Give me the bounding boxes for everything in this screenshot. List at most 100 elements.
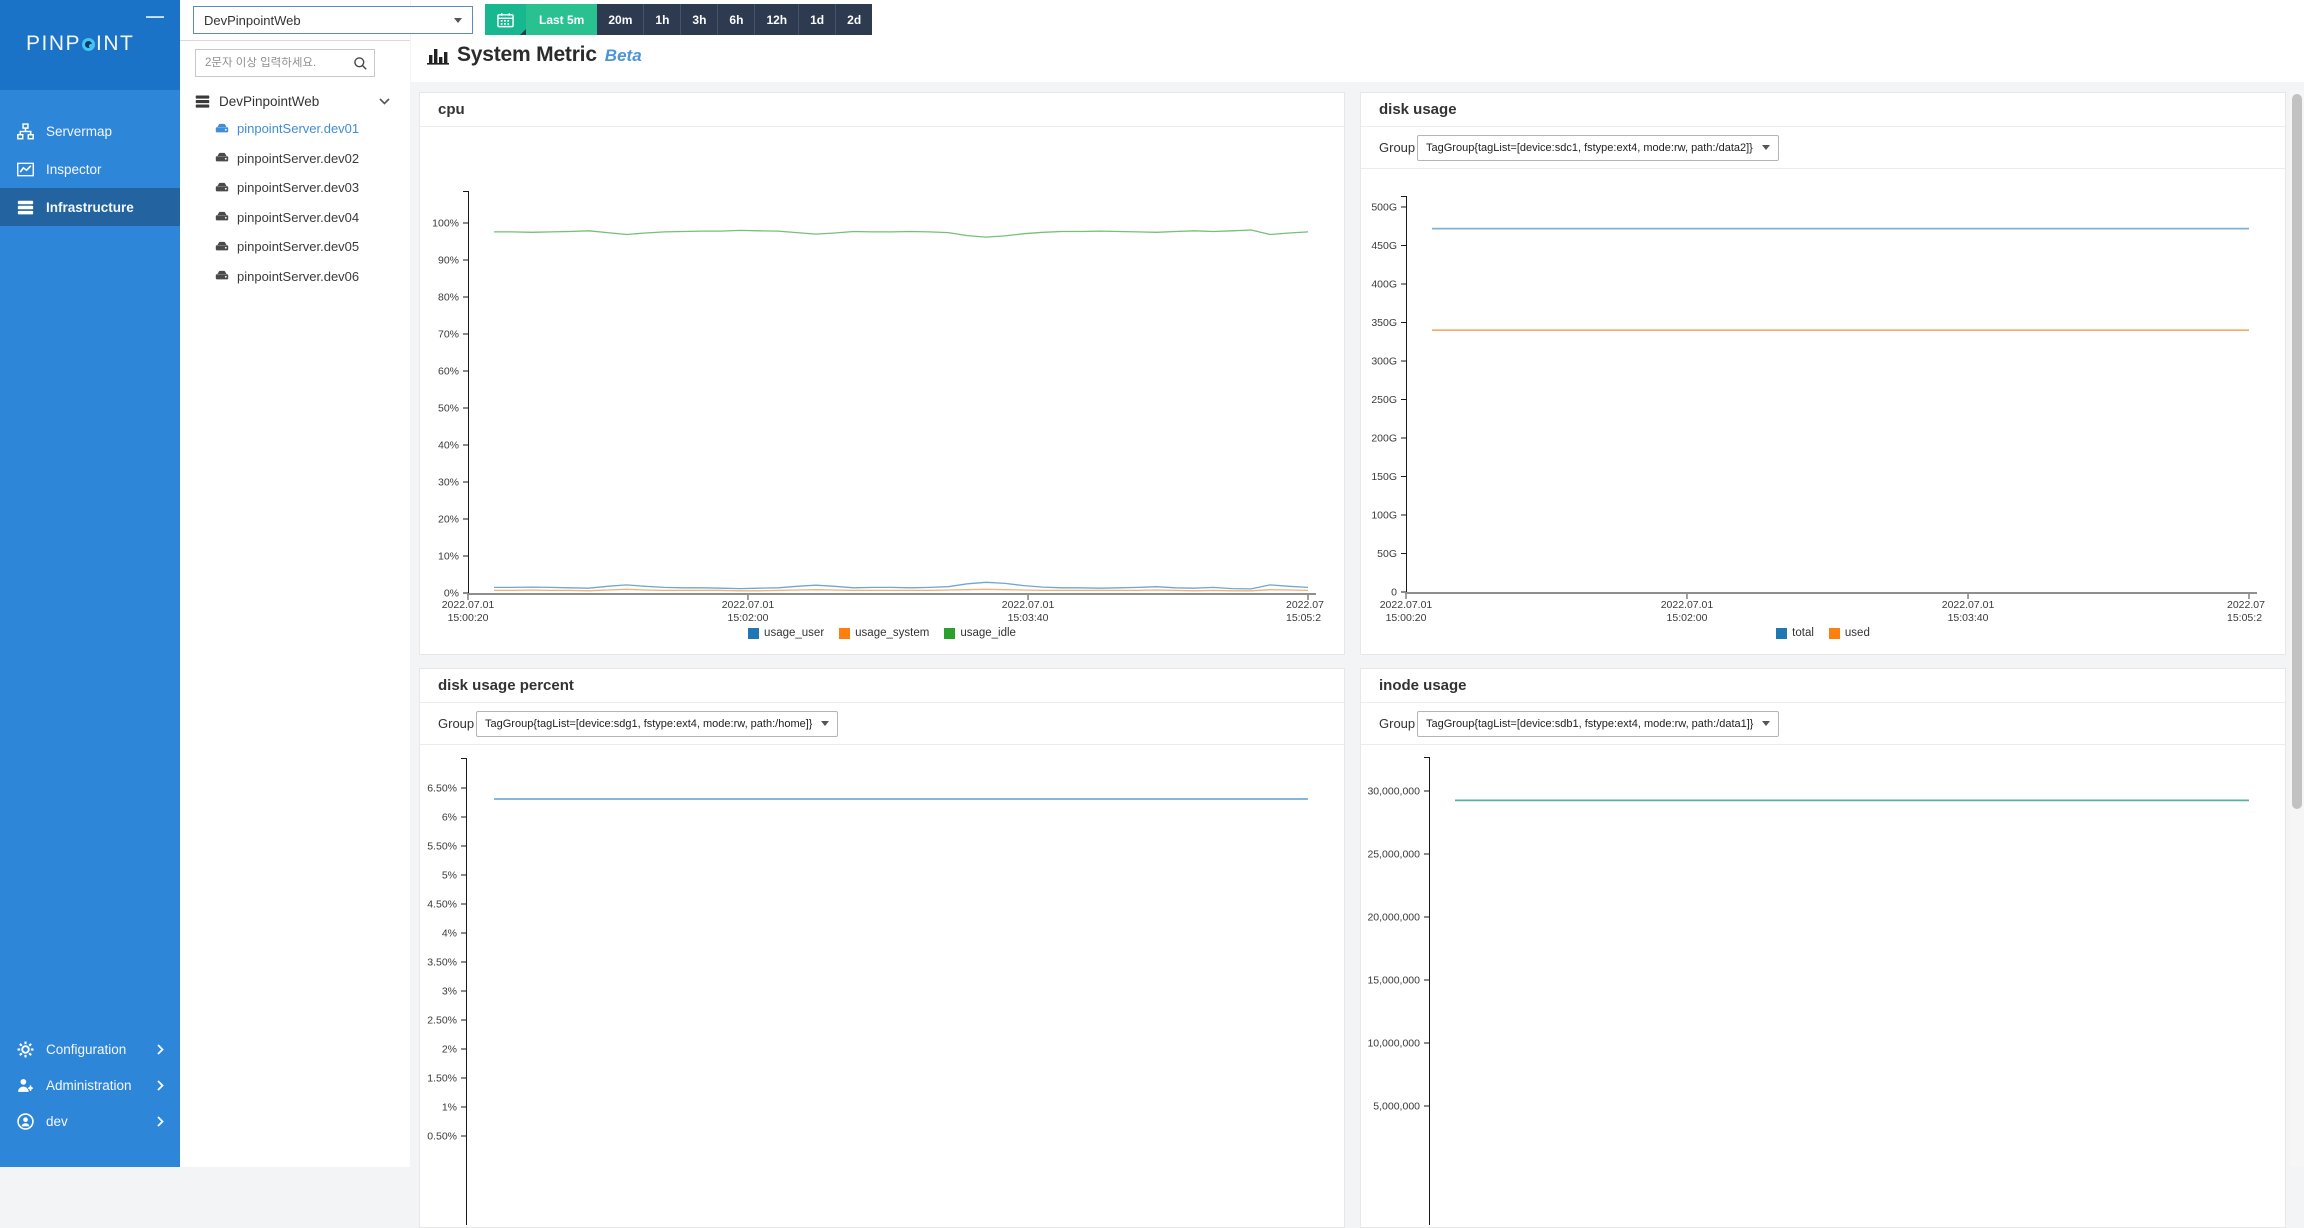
time-range-12h[interactable]: 12h <box>754 4 798 35</box>
tree-item-pinpointServer.dev02[interactable]: pinpointServer.dev02 <box>180 144 410 174</box>
tree-item-pinpointServer.dev04[interactable]: pinpointServer.dev04 <box>180 203 410 233</box>
user-circle-icon <box>17 1113 34 1130</box>
legend-label: usage_user <box>764 627 824 639</box>
logo-text-left: PINP <box>26 32 81 56</box>
sidebar-item-configuration[interactable]: Configuration <box>0 1031 180 1067</box>
svg-text:4%: 4% <box>442 928 457 940</box>
svg-text:25,000,000: 25,000,000 <box>1367 849 1420 861</box>
group-row: Group TagGroup{tagList=[device:sdb1, fst… <box>1361 703 2285 745</box>
svg-text:90%: 90% <box>438 255 459 267</box>
svg-text:20,000,000: 20,000,000 <box>1367 912 1420 924</box>
cpu-chart-panel: cpu 0%10%20%30%40%50%60%70%80%90%100%202… <box>419 92 1345 655</box>
tree-item-pinpointServer.dev06[interactable]: pinpointServer.dev06 <box>180 262 410 292</box>
tree-root-label: DevPinpointWeb <box>219 94 319 109</box>
application-select[interactable]: DevPinpointWeb <box>193 6 473 34</box>
sidebar-item-inspector[interactable]: Inspector <box>0 150 180 188</box>
host-icon <box>215 241 229 253</box>
chevron-down-icon <box>1762 145 1770 150</box>
group-select-value: TagGroup{tagList=[device:sdc1, fstype:ex… <box>1426 142 1753 154</box>
legend-swatch <box>1776 628 1787 639</box>
svg-text:200G: 200G <box>1371 433 1397 445</box>
svg-text:400G: 400G <box>1371 279 1397 291</box>
search-icon[interactable] <box>353 56 368 71</box>
tree-item-pinpointServer.dev01[interactable]: pinpointServer.dev01 <box>180 114 410 144</box>
chevron-right-icon <box>157 1044 164 1055</box>
divider <box>180 40 410 41</box>
calendar-button[interactable] <box>485 4 526 35</box>
time-range-2d[interactable]: 2d <box>835 4 872 35</box>
scrollbar-thumb[interactable] <box>2292 94 2302 809</box>
svg-text:350G: 350G <box>1371 317 1397 329</box>
tree-item-label: pinpointServer.dev05 <box>237 239 359 254</box>
tree-item-label: pinpointServer.dev06 <box>237 269 359 284</box>
svg-text:150G: 150G <box>1371 471 1397 483</box>
application-select-value: DevPinpointWeb <box>204 13 301 28</box>
host-icon <box>215 123 229 135</box>
sidebar-item-administration[interactable]: Administration <box>0 1067 180 1103</box>
host-icon <box>215 182 229 194</box>
sidebar-item-servermap[interactable]: Servermap <box>0 112 180 150</box>
svg-text:15:05:2: 15:05:2 <box>2227 612 2262 624</box>
svg-text:300G: 300G <box>1371 356 1397 368</box>
sidebar-item-dev[interactable]: dev <box>0 1103 180 1139</box>
svg-text:2022.07: 2022.07 <box>2227 599 2265 611</box>
svg-text:100G: 100G <box>1371 510 1397 522</box>
legend-item-used[interactable]: used <box>1829 627 1870 639</box>
svg-text:2%: 2% <box>442 1044 457 1056</box>
svg-text:15:03:40: 15:03:40 <box>1948 612 1989 624</box>
svg-text:4.50%: 4.50% <box>427 899 457 911</box>
chart-line-icon <box>17 161 34 178</box>
page-title: System Metric Beta <box>427 43 642 67</box>
host-icon <box>215 270 229 282</box>
disk-usage-group-select[interactable]: TagGroup{tagList=[device:sdc1, fstype:ex… <box>1417 135 1779 161</box>
legend-item-usage_idle[interactable]: usage_idle <box>944 627 1016 639</box>
chevron-right-icon <box>157 1080 164 1091</box>
inode-usage-line-chart: 5,000,00010,000,00015,000,00020,000,0002… <box>1361 669 2285 1227</box>
disk-usage-percent-line-chart: 0.50%1%1.50%2%2.50%3%3.50%4%4.50%5%5.50%… <box>420 669 1344 1227</box>
legend-label: usage_system <box>855 627 929 639</box>
svg-text:2022.07.01: 2022.07.01 <box>1942 599 1995 611</box>
legend-swatch <box>1829 628 1840 639</box>
svg-text:0.50%: 0.50% <box>427 1131 457 1143</box>
gear-icon <box>17 1041 34 1058</box>
sidebar: PINP INT — ServermapInspectorInfrastructu… <box>0 0 180 1167</box>
legend-item-total[interactable]: total <box>1776 627 1814 639</box>
svg-text:40%: 40% <box>438 440 459 452</box>
sidebar-item-infrastructure[interactable]: Infrastructure <box>0 188 180 226</box>
svg-text:70%: 70% <box>438 329 459 341</box>
host-icon <box>215 211 229 223</box>
sidebar-bottom-nav: ConfigurationAdministrationdev <box>0 1031 180 1139</box>
tree-root-devpinpointweb[interactable]: DevPinpointWeb <box>180 88 410 114</box>
time-range-1h[interactable]: 1h <box>643 4 680 35</box>
svg-text:2022.07: 2022.07 <box>1286 599 1324 611</box>
chevron-down-icon <box>454 18 462 23</box>
svg-text:250G: 250G <box>1371 394 1397 406</box>
legend-item-usage_user[interactable]: usage_user <box>748 627 824 639</box>
svg-text:10,000,000: 10,000,000 <box>1367 1038 1420 1050</box>
svg-text:450G: 450G <box>1371 240 1397 252</box>
bar-chart-icon <box>427 45 449 65</box>
search-input[interactable] <box>205 57 353 69</box>
time-range-active[interactable]: Last 5m <box>526 4 597 35</box>
time-range-3h[interactable]: 3h <box>680 4 717 35</box>
svg-text:50G: 50G <box>1377 548 1397 560</box>
legend-item-usage_system[interactable]: usage_system <box>839 627 929 639</box>
disk-usage-percent-group-select[interactable]: TagGroup{tagList=[device:sdg1, fstype:ex… <box>476 711 838 737</box>
svg-text:80%: 80% <box>438 292 459 304</box>
sidebar-collapse-button[interactable]: — <box>146 6 164 27</box>
group-select-value: TagGroup{tagList=[device:sdg1, fstype:ex… <box>485 718 812 730</box>
chart-title-inode-usage: inode usage <box>1361 669 2285 703</box>
logo-o-icon <box>82 38 95 51</box>
inode-usage-group-select[interactable]: TagGroup{tagList=[device:sdb1, fstype:ex… <box>1417 711 1779 737</box>
svg-text:6%: 6% <box>442 812 457 824</box>
tree-item-pinpointServer.dev05[interactable]: pinpointServer.dev05 <box>180 232 410 262</box>
time-range-20m[interactable]: 20m <box>597 4 643 35</box>
time-range-1d[interactable]: 1d <box>798 4 835 35</box>
logo-band: PINP INT — <box>0 0 180 90</box>
group-row: Group TagGroup{tagList=[device:sdg1, fst… <box>420 703 1344 745</box>
tree-item-pinpointServer.dev03[interactable]: pinpointServer.dev03 <box>180 173 410 203</box>
logo-text-right: INT <box>96 32 134 56</box>
time-range-6h[interactable]: 6h <box>717 4 754 35</box>
svg-text:0%: 0% <box>444 588 459 600</box>
host-icon <box>215 152 229 164</box>
